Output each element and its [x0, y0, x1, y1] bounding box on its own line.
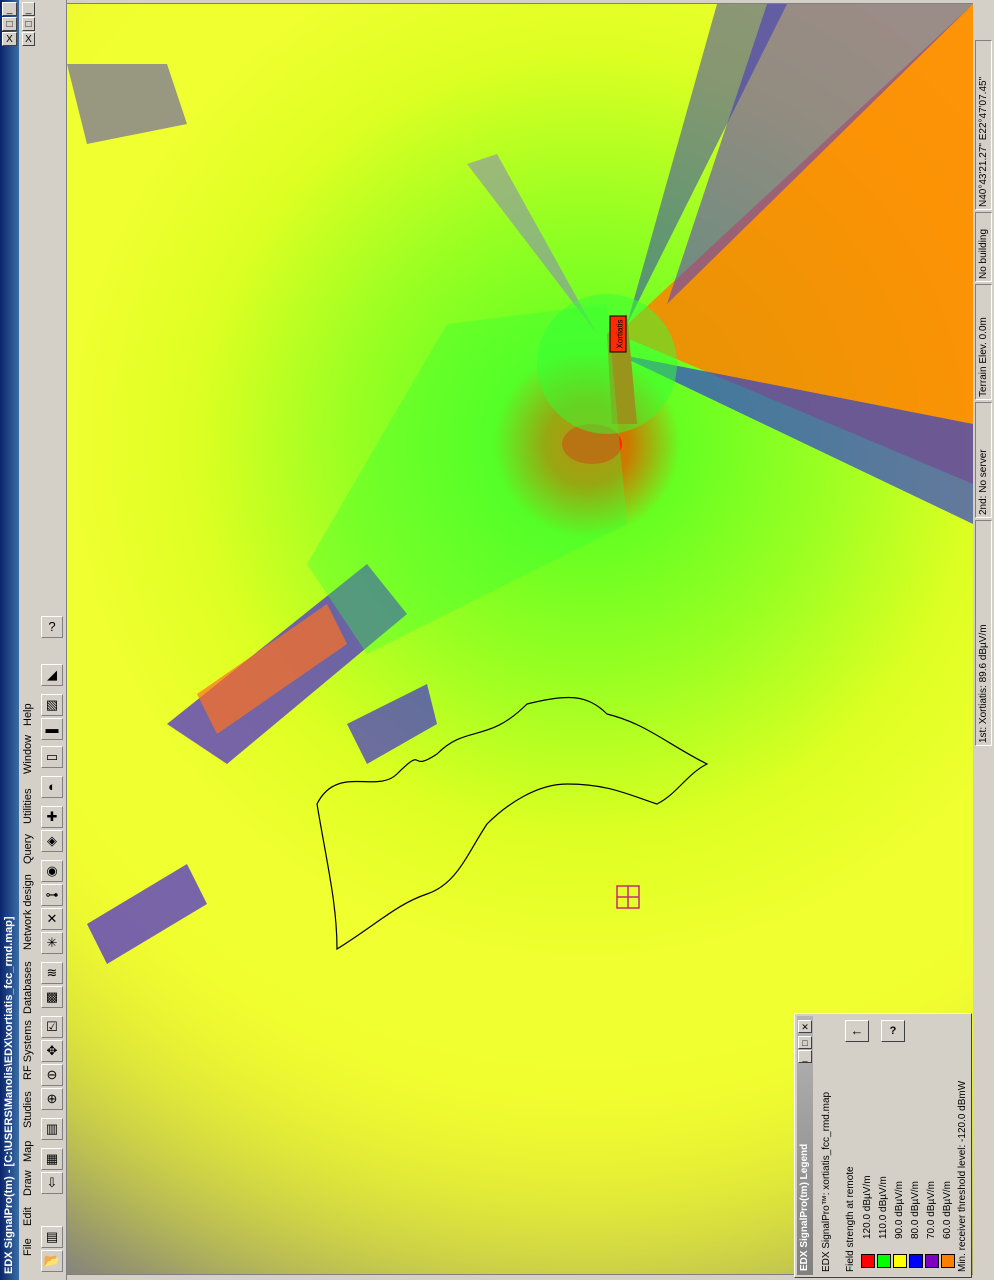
close-button[interactable]: X: [2, 32, 17, 46]
save-icon[interactable]: ▤: [41, 1226, 63, 1248]
zoom-out-icon[interactable]: ⊖: [41, 1064, 63, 1086]
tower-icon[interactable]: ≋: [41, 962, 63, 984]
menu-rf-systems[interactable]: RF Systems: [22, 1020, 34, 1080]
zoom-in-icon[interactable]: ⊕: [41, 1088, 63, 1110]
chart-icon[interactable]: ▬: [41, 718, 63, 740]
minimize-button[interactable]: _: [2, 2, 17, 16]
maximize-button[interactable]: □: [2, 17, 17, 31]
legend-file-line: EDX SignalPro™: xortiatis_fcc_rmd.map: [821, 1091, 832, 1272]
legend-threshold: Min. receiver threshold level: -120.0 dB…: [957, 1080, 968, 1272]
legend-title: EDX SignalPro(tm) Legend: [799, 1143, 810, 1271]
legend-label-80: 80.0 dBµV/m: [910, 1180, 921, 1239]
status-building-text: No building: [978, 228, 989, 279]
menu-window[interactable]: Window: [22, 735, 34, 774]
copy-icon[interactable]: ▥: [41, 1118, 63, 1140]
menu-network-design[interactable]: Network design: [22, 874, 34, 950]
legend-back-button[interactable]: ←: [845, 1020, 869, 1042]
doc-minimize-button[interactable]: _: [22, 2, 35, 16]
legend-label-60: 60.0 dBµV/m: [942, 1180, 953, 1239]
legend-label-70: 70.0 dBµV/m: [926, 1180, 937, 1239]
select-icon[interactable]: ☑: [41, 1016, 63, 1038]
legend-close-button[interactable]: ✕: [798, 1020, 812, 1033]
antenna-icon[interactable]: ✳: [41, 932, 63, 954]
legend-swatch-60: [941, 1254, 955, 1268]
shape-icon[interactable]: ◢: [41, 664, 63, 686]
status-terrain: Terrain Elev. 0.0m: [975, 284, 992, 400]
legend-swatch-90: [893, 1254, 907, 1268]
window-title: EDX SignalPro(tm) - [C:\USERS\Manolis\ED…: [3, 916, 15, 1274]
status-terrain-text: Terrain Elev. 0.0m: [978, 317, 989, 397]
menu-file[interactable]: File: [22, 1238, 34, 1256]
toolbar: 📂 ▤ ⇩ ▦ ▥ ⊕ ⊖ ✥ ☑ ▩ ≋ ✳ ✕ ⊶ ◉ ◈ ✚ ◐ ▭ ▬ …: [38, 0, 67, 1280]
legend-icon[interactable]: ▧: [41, 694, 63, 716]
legend-label-90: 90.0 dBµV/m: [894, 1180, 905, 1239]
print-icon[interactable]: ⇩: [41, 1172, 63, 1194]
doc-close-button[interactable]: X: [22, 32, 35, 46]
status-first-text: 1st: Xortiatis: 89.6 dBµV/m: [978, 624, 989, 743]
status-coords-text: N40°43'21.27" E22°47'07.45": [978, 76, 989, 207]
open-file-icon[interactable]: 📂: [41, 1250, 63, 1272]
area-study-icon[interactable]: ⊶: [41, 884, 63, 906]
status-coordinates: N40°43'21.27" E22°47'07.45": [975, 40, 992, 210]
menu-query[interactable]: Query: [22, 834, 34, 864]
legend-minimize-button[interactable]: _: [798, 1050, 812, 1063]
legend-help-button[interactable]: ?: [881, 1020, 905, 1042]
legend-title-bar[interactable]: ✕ □ _ EDX SignalPro(tm) Legend: [797, 1016, 813, 1275]
legend-heading: Field strength at remote: [845, 1166, 856, 1272]
legend-label-110: 110.0 dBµV/m: [878, 1176, 889, 1239]
menu-utilities[interactable]: Utilities: [22, 789, 34, 824]
legend-window[interactable]: ✕ □ _ EDX SignalPro(tm) Legend ← ? EDX S…: [794, 1013, 972, 1278]
grid-icon[interactable]: ▩: [41, 986, 63, 1008]
layers-icon[interactable]: ▦: [41, 1148, 63, 1170]
menu-help[interactable]: Help: [22, 703, 34, 726]
doc-restore-button[interactable]: □: [22, 17, 35, 31]
link-icon[interactable]: ◐: [41, 776, 63, 798]
legend-label-120: 120.0 dBµV/m: [862, 1175, 873, 1239]
legend-swatch-80: [909, 1254, 923, 1268]
help-icon[interactable]: ?: [41, 616, 63, 638]
status-bar: 1st: Xortiatis: 89.6 dBµV/m 2nd: No serv…: [973, 0, 994, 1280]
status-second-text: 2nd: No server: [978, 449, 989, 515]
menu-map[interactable]: Map: [22, 1141, 34, 1162]
menu-bar: _ □ X File Edit Draw Map Studies RF Syst…: [19, 0, 38, 1280]
network-icon[interactable]: ✚: [41, 806, 63, 828]
menu-databases[interactable]: Databases: [22, 961, 34, 1014]
profile-icon[interactable]: ◉: [41, 860, 63, 882]
site-label: Xortiatis: [616, 320, 625, 349]
menu-draw[interactable]: Draw: [22, 1170, 34, 1196]
legend-maximize-button[interactable]: □: [798, 1036, 812, 1049]
pan-icon[interactable]: ✥: [41, 1040, 63, 1062]
legend-swatch-110: [877, 1254, 891, 1268]
menu-studies[interactable]: Studies: [22, 1091, 34, 1128]
legend-swatch-70: [925, 1254, 939, 1268]
status-second-server: 2nd: No server: [975, 402, 992, 518]
status-first-server: 1st: Xortiatis: 89.6 dBµV/m: [975, 520, 992, 746]
ruler-icon[interactable]: ✕: [41, 908, 63, 930]
report-icon[interactable]: ▭: [41, 746, 63, 768]
status-building: No building: [975, 212, 992, 282]
menu-edit[interactable]: Edit: [22, 1207, 34, 1226]
title-bar: _ □ X EDX SignalPro(tm) - [C:\USERS\Mano…: [0, 0, 19, 1280]
legend-swatch-120: [861, 1254, 875, 1268]
point-icon[interactable]: ◈: [41, 830, 63, 852]
